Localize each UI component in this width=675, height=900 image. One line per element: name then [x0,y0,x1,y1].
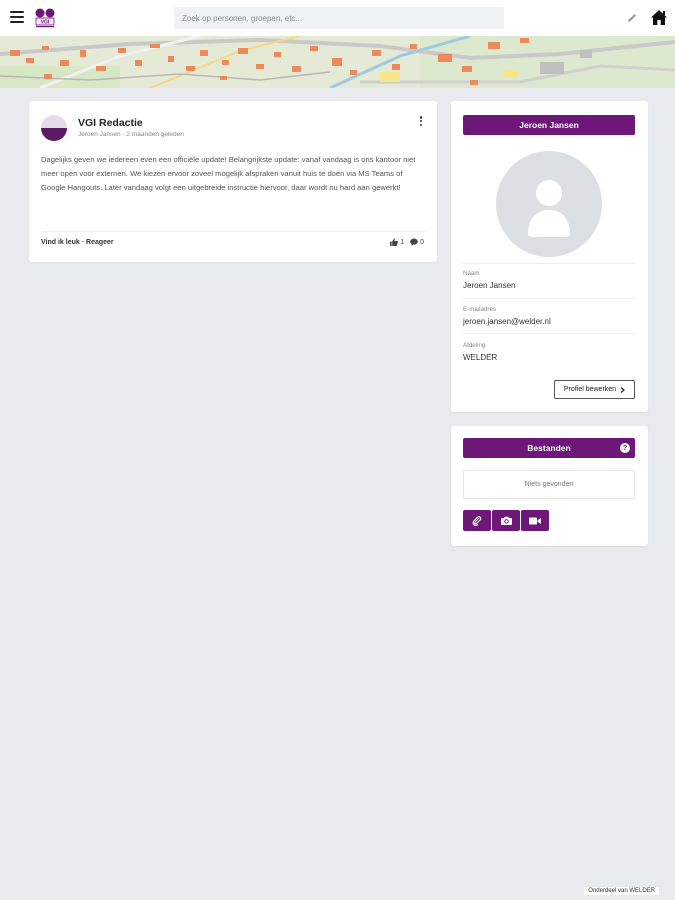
post-stats: 1 0 [390,238,424,246]
like-count-value: 1 [400,238,405,246]
email-value[interactable]: jeroen.jansen@welder.nl [463,317,551,326]
email-label: E-mailadres [463,306,497,313]
upload-video-button[interactable] [521,510,549,531]
edit-profile-button[interactable]: Profiel bewerken [554,380,635,399]
divider [463,263,635,264]
like-count[interactable]: 1 [390,238,404,246]
comment-count-value: 0 [420,238,424,246]
comment-icon [410,238,418,246]
name-label: Naam [463,270,480,277]
help-icon[interactable]: ? [620,443,630,453]
menu-icon[interactable] [10,11,24,25]
video-icon [529,517,541,524]
upload-photo-button[interactable] [492,510,520,531]
department-label: Afdeling [463,342,486,349]
pencil-icon[interactable] [626,12,638,24]
user-silhouette-icon [528,180,570,237]
divider [463,333,635,334]
camera-icon [500,516,512,525]
department-value: WELDER [463,353,498,362]
divider [463,298,635,299]
more-options-icon[interactable] [419,116,423,128]
name-value: Jeroen Jansen [463,281,516,290]
edit-profile-label: Profiel bewerken [563,386,617,393]
post-meta: Jeroen Jansen - 2 maanden geleden [78,131,184,138]
footer-credit[interactable]: Onderdeel van WELDER [584,887,659,895]
svg-text:VGI: VGI [41,20,50,26]
home-icon[interactable] [650,9,668,26]
files-empty-state: Niets gevonden [463,470,635,499]
chevron-right-icon [620,386,625,393]
post-actions: Vind ik leuk - Reageer [41,239,114,246]
post-card: VGI Redactie Jeroen Jansen - 2 maanden g… [29,101,437,262]
top-bar: VGI [0,0,675,36]
post-body: Dagelijks geven we iedereen even een off… [41,155,416,192]
reply-link[interactable]: Reageer [86,239,114,246]
attach-file-button[interactable] [463,510,491,531]
thumbs-up-icon [390,238,399,246]
profile-card: Jeroen Jansen Naam Jeroen Jansen E-maila… [451,101,648,412]
search-input[interactable] [174,7,504,29]
cover-map-banner [0,36,675,88]
user-avatar[interactable] [496,151,602,257]
comment-count[interactable]: 0 [410,238,424,246]
vgi-logo[interactable]: VGI [33,6,57,30]
like-link[interactable]: Vind ik leuk [41,239,80,246]
paperclip-icon [472,515,482,526]
files-header: Bestanden ? [463,438,635,458]
post-author-name[interactable]: VGI Redactie [78,117,143,129]
profile-header: Jeroen Jansen [463,115,635,135]
divider [41,231,425,232]
post-author-avatar[interactable] [41,115,67,141]
map-image [0,36,675,88]
files-title: Bestanden [527,443,571,453]
files-card: Bestanden ? Niets gevonden [451,426,648,546]
